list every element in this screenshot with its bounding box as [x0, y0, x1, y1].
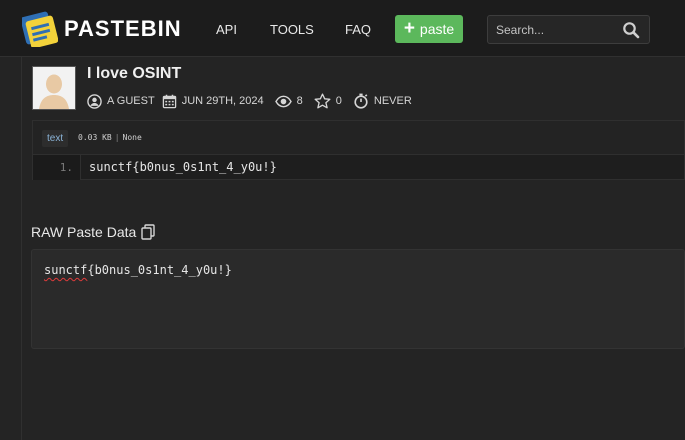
- code-toolbar: text 0.03 KB | None: [33, 121, 684, 155]
- paste-size: 0.03 KB: [78, 133, 112, 142]
- new-paste-label: paste: [419, 21, 455, 37]
- content-divider: [21, 57, 22, 440]
- code-viewer: text 0.03 KB | None 1. sunctf{b0nus_0s1nt_…: [32, 120, 685, 180]
- user-icon: [87, 93, 102, 109]
- code-info: 0.03 KB | None: [78, 133, 142, 142]
- expiry-value: NEVER: [373, 95, 412, 107]
- author-name: A GUEST: [107, 95, 155, 107]
- syntax-badge[interactable]: text: [42, 130, 69, 147]
- calendar-icon: [162, 94, 176, 108]
- search-input[interactable]: [488, 16, 618, 43]
- raw-paste-textarea[interactable]: sunctf{b0nus_0s1nt_4_y0u!}: [31, 249, 685, 349]
- paste-date: JUN 29TH, 2024: [181, 95, 264, 107]
- spellcheck-word: sunctf: [44, 263, 88, 277]
- line-content[interactable]: sunctf{b0nus_0s1nt_4_y0u!}: [89, 155, 277, 180]
- avatar[interactable]: [32, 66, 76, 110]
- search-box[interactable]: [487, 15, 650, 44]
- views-count: 8: [296, 95, 303, 107]
- star-icon[interactable]: [314, 93, 331, 109]
- paste-meta: A GUEST JUN 29TH, 2024 8 0 NEVER: [87, 91, 412, 111]
- top-navbar: PASTEBIN API TOOLS FAQ + paste: [0, 0, 685, 57]
- raw-paste-content[interactable]: sunctf{b0nus_0s1nt_4_y0u!}: [44, 263, 232, 277]
- raw-text-rest: {b0nus_0s1nt_4_y0u!}: [87, 263, 232, 277]
- line-number: 1.: [33, 155, 81, 180]
- eye-icon: [274, 95, 292, 107]
- expiry-meta: NEVER: [353, 93, 412, 109]
- paste-category: None: [122, 133, 142, 142]
- rating-meta[interactable]: 0: [314, 93, 342, 109]
- raw-paste-heading: RAW Paste Data: [31, 224, 155, 240]
- timer-icon: [354, 93, 368, 109]
- copy-icon[interactable]: [141, 224, 155, 240]
- author-meta[interactable]: A GUEST: [87, 93, 155, 109]
- new-paste-button[interactable]: + paste: [395, 15, 463, 43]
- date-meta: JUN 29TH, 2024: [162, 94, 264, 109]
- raw-heading-label: RAW Paste Data: [31, 224, 137, 240]
- nav-faq[interactable]: FAQ: [345, 22, 371, 37]
- pastebin-logo-icon[interactable]: [22, 11, 58, 47]
- brand-name[interactable]: PASTEBIN: [64, 16, 182, 42]
- code-line: 1. sunctf{b0nus_0s1nt_4_y0u!}: [33, 155, 684, 180]
- rating-count: 0: [335, 95, 342, 107]
- views-meta: 8: [274, 94, 303, 109]
- nav-api[interactable]: API: [216, 22, 237, 37]
- paste-title: I love OSINT: [87, 65, 182, 82]
- meta-separator: |: [114, 133, 120, 142]
- plus-icon: +: [403, 17, 415, 39]
- guest-avatar-icon: [33, 67, 75, 109]
- search-icon[interactable]: [622, 21, 640, 39]
- nav-tools[interactable]: TOOLS: [270, 22, 314, 37]
